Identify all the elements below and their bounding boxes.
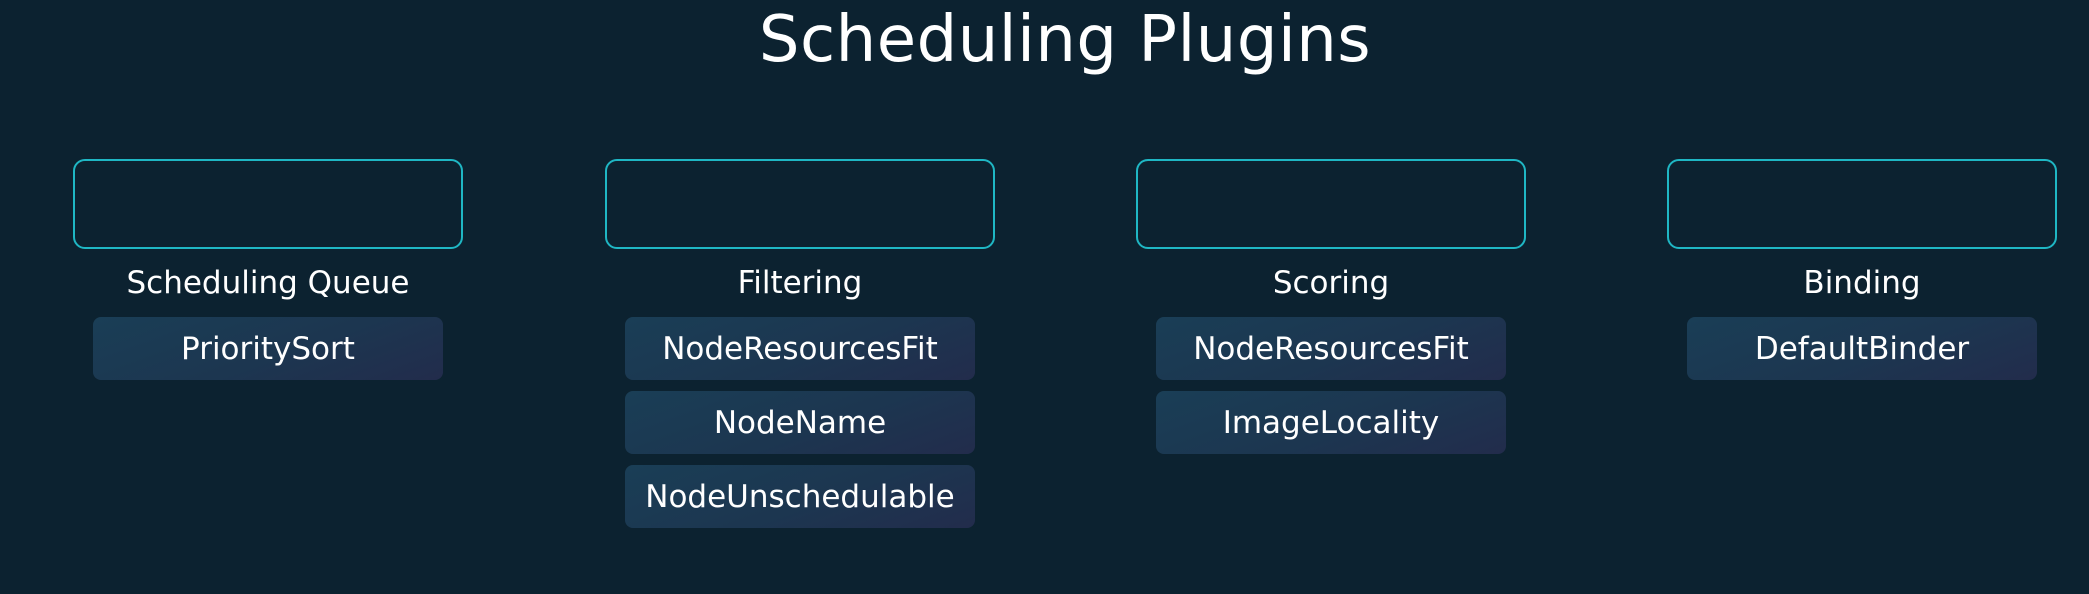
plugin-prioritysort: PrioritySort: [93, 317, 443, 380]
plugin-nodeunschedulable: NodeUnschedulable: [625, 465, 975, 528]
plugin-list-binding: DefaultBinder: [1667, 317, 2057, 380]
page-title: Scheduling Plugins: [758, 3, 1372, 77]
plugin-defaultbinder: DefaultBinder: [1687, 317, 2037, 380]
plugin-list-scheduling-queue: PrioritySort: [73, 317, 463, 380]
plugin-list-scoring: NodeResourcesFit ImageLocality: [1136, 317, 1526, 454]
plugin-noderesourcesfit-score: NodeResourcesFit: [1156, 317, 1506, 380]
stage-box-binding: [1667, 159, 2057, 249]
stage-box-scheduling-queue: [73, 159, 463, 249]
stage-binding: Binding DefaultBinder: [1667, 159, 2057, 380]
stage-filtering: Filtering NodeResourcesFit NodeName Node…: [605, 159, 995, 528]
stage-label-scoring: Scoring: [1272, 265, 1390, 301]
stage-label-binding: Binding: [1803, 265, 1921, 301]
plugin-nodename: NodeName: [625, 391, 975, 454]
stage-scoring: Scoring NodeResourcesFit ImageLocality: [1136, 159, 1526, 454]
stage-box-scoring: [1136, 159, 1526, 249]
plugin-noderesourcesfit-filter: NodeResourcesFit: [625, 317, 975, 380]
plugin-imagelocality: ImageLocality: [1156, 391, 1506, 454]
stage-scheduling-queue: Scheduling Queue PrioritySort: [73, 159, 463, 380]
stage-label-filtering: Filtering: [737, 265, 863, 301]
plugin-list-filtering: NodeResourcesFit NodeName NodeUnschedula…: [605, 317, 995, 528]
stage-box-filtering: [605, 159, 995, 249]
stage-label-scheduling-queue: Scheduling Queue: [126, 265, 410, 301]
